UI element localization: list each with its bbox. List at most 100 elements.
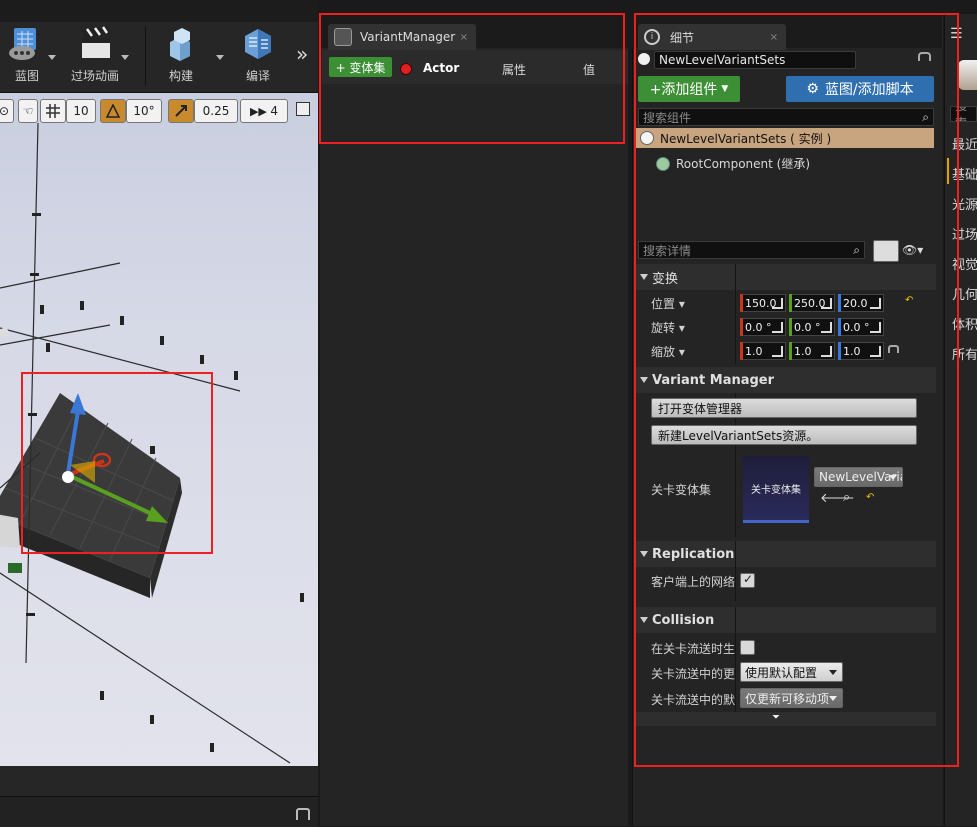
close-tab-icon[interactable]: × [460,32,468,43]
asset-thumbnail[interactable]: 关卡变体集 [743,456,809,523]
asset-thumbnail-label: 关卡变体集 [751,484,801,496]
property-matrix-icon[interactable] [873,240,899,262]
eye-visibility-icon[interactable]: 👁▾ [902,243,923,257]
rotation-x-field[interactable]: 0.0 ° [740,318,786,336]
category-visual[interactable]: 视觉 [952,254,977,273]
category-basic[interactable]: 基础 [952,164,977,183]
build-dropdown-icon[interactable] [216,55,224,60]
sphere-icon [640,131,654,145]
default-update-overlap-combo[interactable]: 仅更新可移动项 [740,688,843,708]
scale-snap-value[interactable]: 0.25 [194,99,238,123]
tab-details[interactable]: i 细节 × [638,24,786,50]
net-load-checkbox[interactable]: ✓ [740,572,755,588]
check-icon: ✓ [743,572,754,586]
component-instance-label: NewLevelVariantSets ( 实例 ) [660,131,832,146]
column-divider [735,264,736,364]
column-divider [735,541,736,601]
blueprint-dropdown-icon[interactable] [48,55,56,60]
search-icon: ⌕ [922,110,929,124]
component-row-instance[interactable]: NewLevelVariantSets ( 实例 ) [636,128,934,148]
location-z-field[interactable]: 20.0 [838,294,884,312]
toolbar-more-button[interactable]: » [296,42,308,66]
category-all-classes[interactable]: 所有 [952,344,977,363]
details-tab-title: 细节 [670,30,695,45]
place-actors-icon[interactable] [958,60,977,90]
column-divider [735,607,736,712]
category-cinematic[interactable]: 过场 [952,224,977,243]
build-button[interactable]: 构建 [158,24,204,88]
category-lights[interactable]: 光源 [952,194,977,213]
browse-search-icon[interactable]: ⌕ [843,490,850,505]
variant-manager-panel [320,14,628,826]
update-overlap-label: 关卡流送中的更新 [651,667,735,681]
rotation-snap-toggle-icon[interactable] [100,99,126,123]
compile-label: 编译 [245,69,270,83]
close-tab-icon[interactable]: × [770,32,778,43]
cinematics-dropdown-icon[interactable] [121,55,129,60]
asset-picker-combo[interactable]: NewLevelVaria [814,467,903,487]
new-level-variant-sets-button[interactable]: 新建LevelVariantSets资源。 [651,425,917,445]
add-component-button[interactable]: +添加组件 ▼ [638,76,740,102]
blueprint-button[interactable]: 蓝图 [2,24,52,88]
scale-snap-toggle-icon[interactable] [168,99,194,123]
variant-manager-tab-title: VariantManager [360,30,456,44]
column-property: 属性 [502,63,527,77]
rotation-y-field[interactable]: 0.0 ° [789,318,835,336]
column-value: 值 [583,63,596,77]
cinematics-label: 过场动画 [70,69,119,83]
lock-scale-icon[interactable] [888,345,899,353]
location-label[interactable]: 位置 ▾ [651,295,685,312]
open-variant-manager-button[interactable]: 打开变体管理器 [651,398,917,418]
rotation-z-field[interactable]: 0.0 ° [838,318,884,336]
scene-component-icon [656,156,670,171]
camera-speed-control[interactable]: ▶▶ 4 [240,99,288,123]
category-volumes[interactable]: 体积 [952,314,977,333]
clapperboard-icon [74,24,116,64]
tab-variant-manager[interactable]: VariantManager × [328,24,476,50]
select-mode-icon[interactable]: ☜ [18,99,38,123]
collision-section-title: Collision [652,612,715,628]
component-row-root[interactable]: RootComponent (继承) [656,155,810,172]
category-geometry[interactable]: 几何 [952,284,977,303]
section-variant-manager[interactable]: Variant Manager [636,367,936,393]
section-transform[interactable]: 变换 [636,264,936,290]
cinematics-button[interactable]: 过场动画 [64,24,126,88]
lock-selection-icon[interactable] [918,52,931,61]
add-variant-set-button[interactable]: + 变体集 [329,57,392,77]
actor-name-field[interactable]: NewLevelVariantSets [654,51,856,69]
scale-z-field[interactable]: 1.0 [838,342,884,360]
location-x-field[interactable]: 150.0 [740,294,786,312]
viewport-toolbar: ⊙ ☜ 10 10° 0.25 ▶▶ 4 [0,96,318,126]
list-menu-icon[interactable]: ☰ [950,26,963,42]
reset-to-default-icon[interactable]: ↶ [905,295,913,306]
section-replication[interactable]: Replication [636,541,936,567]
level-viewport[interactable] [0,93,318,766]
modes-search-input[interactable]: 搜索 [950,106,977,122]
category-recent[interactable]: 最近 [952,134,977,153]
blueprint-add-script-label: 蓝图/添加脚本 [824,82,914,98]
grid-snap-toggle-icon[interactable] [40,99,66,123]
maximize-viewport-icon[interactable] [296,102,310,116]
scale-label[interactable]: 缩放 ▾ [651,343,685,360]
generate-overlap-checkbox[interactable] [740,640,755,655]
reset-to-default-icon[interactable]: ↶ [866,492,874,503]
location-y-field[interactable]: 250.0 [789,294,835,312]
search-components-input[interactable]: 搜索组件 ⌕ [638,108,934,126]
section-collision[interactable]: Collision [636,607,936,633]
search-details-placeholder: 搜索详情 [643,243,692,258]
lock-icon[interactable] [296,808,310,820]
search-details-input[interactable]: 搜索详情 ⌕ [638,241,865,259]
viewport-options-icon[interactable]: ⊙ [0,99,14,123]
chevron-down-icon [829,670,837,675]
scale-x-field[interactable]: 1.0 [740,342,786,360]
rotation-snap-value[interactable]: 10° [126,99,162,123]
compile-button[interactable]: 编译 [236,24,280,88]
advanced-expander[interactable]: ⏷ [636,712,936,726]
rotation-label[interactable]: 旋转 ▾ [651,319,685,336]
toolbar-separator [145,26,146,86]
blueprint-add-script-button[interactable]: ⚙ 蓝图/添加脚本 [786,76,934,102]
grid-snap-value[interactable]: 10 [66,99,96,123]
update-overlap-combo[interactable]: 使用默认配置 [740,662,843,682]
auto-capture-record-icon[interactable] [400,63,412,75]
scale-y-field[interactable]: 1.0 [789,342,835,360]
